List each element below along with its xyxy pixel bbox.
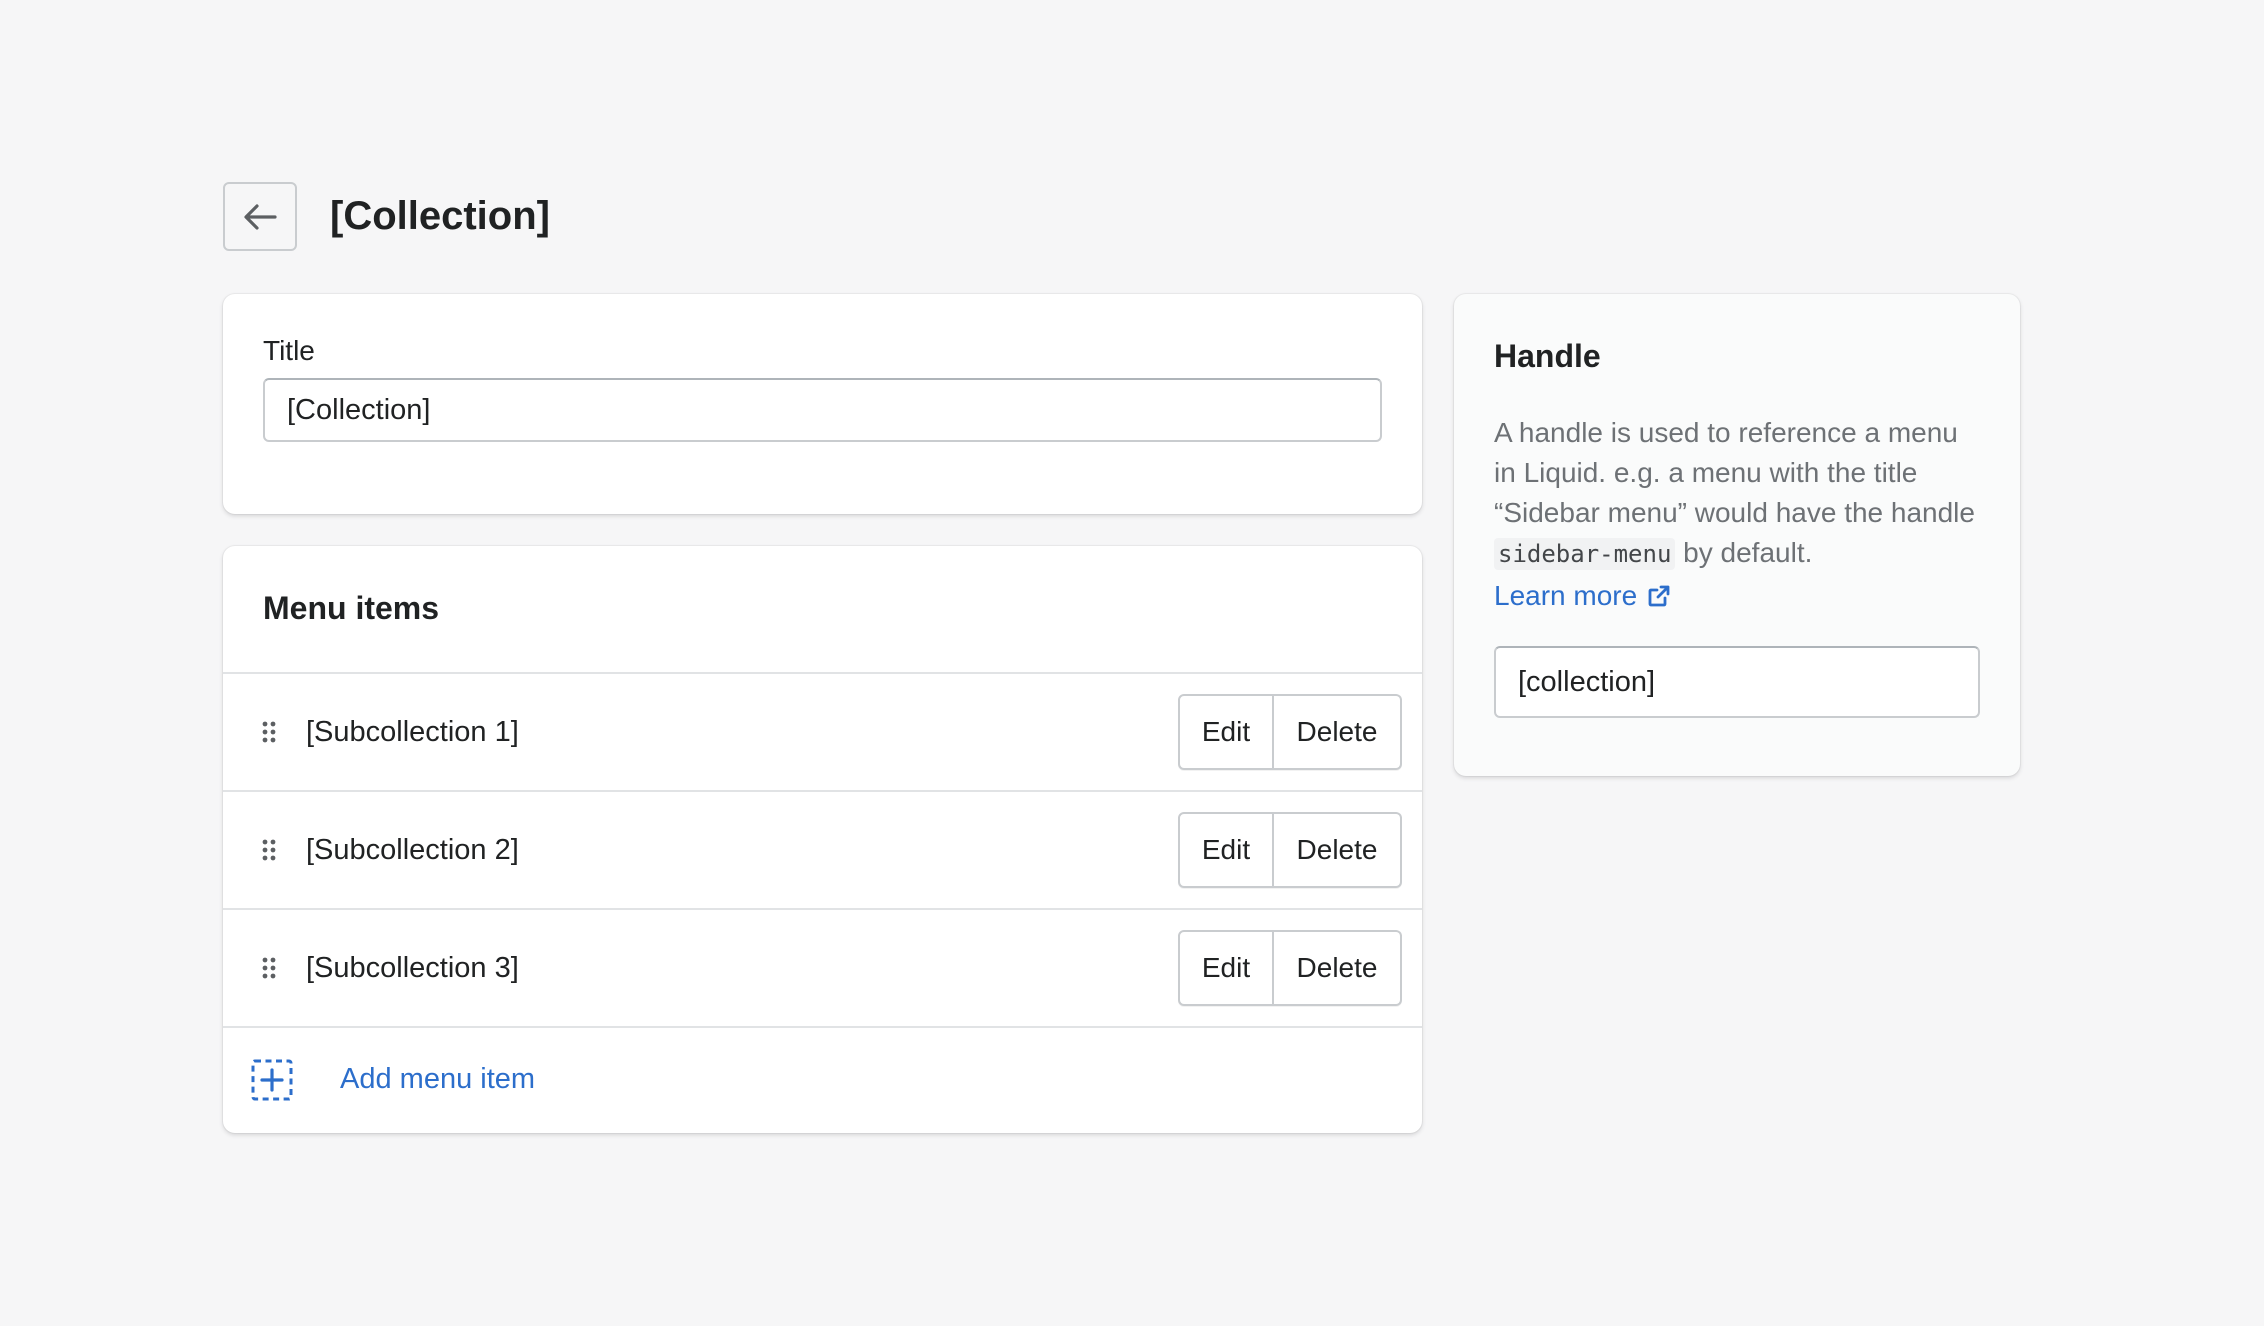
- menu-items-heading: Menu items: [223, 546, 1422, 674]
- title-input[interactable]: [263, 378, 1382, 442]
- delete-button[interactable]: Delete: [1274, 930, 1402, 1006]
- arrow-left-icon: [244, 203, 277, 230]
- handle-code-example: sidebar-menu: [1494, 538, 1676, 570]
- title-card: Title: [223, 294, 1422, 514]
- back-button[interactable]: [223, 182, 297, 251]
- handle-description: A handle is used to reference a menu in …: [1494, 413, 1980, 616]
- menu-item-row: [Subcollection 1] Edit Delete: [223, 674, 1422, 792]
- menu-item-actions: Edit Delete: [1178, 694, 1402, 770]
- handle-input[interactable]: [1494, 646, 1980, 718]
- delete-button[interactable]: Delete: [1274, 812, 1402, 888]
- menu-item-label: [Subcollection 2]: [306, 833, 519, 866]
- menu-item-actions: Edit Delete: [1178, 930, 1402, 1006]
- page-header: [Collection]: [223, 181, 2020, 252]
- handle-card: Handle A handle is used to reference a m…: [1454, 294, 2020, 776]
- edit-button[interactable]: Edit: [1178, 694, 1274, 770]
- external-link-icon: [1648, 585, 1670, 607]
- menu-item-label: [Subcollection 1]: [306, 715, 519, 748]
- handle-description-text: A handle is used to reference a menu in …: [1494, 417, 1975, 528]
- edit-button[interactable]: Edit: [1178, 812, 1274, 888]
- menu-items-card: Menu items [Subcollection 1] Edit Delete: [223, 546, 1422, 1133]
- handle-heading: Handle: [1494, 338, 1601, 374]
- page-title: [Collection]: [330, 194, 550, 238]
- menu-item-label: [Subcollection 3]: [306, 951, 519, 984]
- delete-button[interactable]: Delete: [1274, 694, 1402, 770]
- drag-handle-icon[interactable]: [262, 957, 276, 979]
- handle-description-text-end: by default.: [1683, 537, 1813, 568]
- drag-handle-icon[interactable]: [262, 721, 276, 743]
- edit-button[interactable]: Edit: [1178, 930, 1274, 1006]
- page: [Collection] Title Menu items [Subcollec…: [223, 181, 2020, 1133]
- menu-item-row: [Subcollection 2] Edit Delete: [223, 792, 1422, 910]
- title-label: Title: [263, 335, 315, 366]
- drag-handle-icon[interactable]: [262, 839, 276, 861]
- menu-item-row: [Subcollection 3] Edit Delete: [223, 910, 1422, 1028]
- menu-item-actions: Edit Delete: [1178, 812, 1402, 888]
- learn-more-link[interactable]: Learn more: [1494, 576, 1671, 616]
- add-menu-item-link[interactable]: Add menu item: [340, 1063, 535, 1096]
- learn-more-label: Learn more: [1494, 580, 1638, 611]
- add-menu-item-row[interactable]: Add menu item: [223, 1028, 1422, 1131]
- add-item-icon[interactable]: [251, 1059, 293, 1101]
